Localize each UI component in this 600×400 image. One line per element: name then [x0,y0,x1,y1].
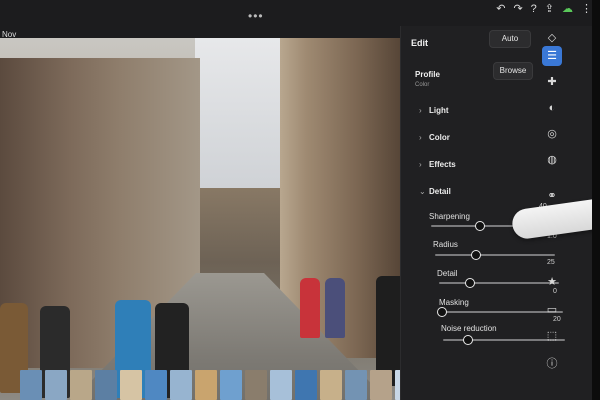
sharpening-slider-handle[interactable] [475,221,485,231]
redo-icon[interactable]: ↷ [513,2,522,15]
star-icon[interactable]: ★ [542,272,562,292]
info-icon[interactable]: ⓘ [542,354,562,374]
cloud-sync-icon[interactable]: ☁ [562,2,573,15]
detail-slider-handle[interactable] [465,278,475,288]
filmstrip-thumbnail[interactable] [370,370,392,400]
filmstrip-thumbnail[interactable] [70,370,92,400]
filmstrip-thumbnail[interactable] [295,370,317,400]
radius-slider-handle[interactable] [470,250,481,260]
tag-icon[interactable]: ⬚ [542,326,562,346]
photo-canvas[interactable] [0,38,410,400]
noise-reduction-slider-handle[interactable] [463,335,474,345]
detail-label: Detail [437,269,458,278]
comment-icon[interactable]: ▭ [542,300,562,320]
more-icon[interactable]: ⋮ [581,2,592,15]
more-dots-icon[interactable]: ••• [248,9,264,23]
section-effects-label: Effects [429,160,456,169]
section-light[interactable]: › Light [419,106,449,115]
masking-slider-handle[interactable] [437,307,447,317]
mask-icon[interactable]: ◐ [542,98,562,118]
photo-sky [195,38,290,188]
section-detail-label: Detail [429,187,451,196]
photo-person [325,278,345,338]
section-detail[interactable]: ⌄ Detail [419,187,451,196]
radius-label: Radius [433,240,458,249]
healing-icon[interactable]: ✚ [542,72,562,92]
tablet-bezel [592,0,600,400]
filmstrip-thumbnail[interactable] [245,370,267,400]
photo-person [300,278,320,338]
filmstrip-thumbnail[interactable] [20,370,42,400]
section-effects[interactable]: › Effects [419,160,456,169]
top-toolbar: ↶ ↷ ? ⇪ ☁ ⋮ [496,2,592,16]
geometry-icon[interactable]: ◎ [542,124,562,144]
profile-label: Profile [415,70,440,79]
profile-value: Color [415,82,430,88]
auto-button[interactable]: Auto [489,30,531,48]
section-light-label: Light [429,106,449,115]
filmstrip-thumbnail[interactable] [170,370,192,400]
undo-icon[interactable]: ↶ [496,2,505,15]
filmstrip-thumbnail[interactable] [220,370,242,400]
radius-slider[interactable] [435,254,555,256]
filmstrip-thumbnail[interactable] [320,370,342,400]
optics-icon[interactable]: ◍ [542,150,562,170]
masking-label: Masking [439,298,469,307]
sharpening-label: Sharpening [429,212,470,221]
filmstrip-thumbnail[interactable] [345,370,367,400]
section-color[interactable]: › Color [419,133,450,142]
chevron-right-icon: › [419,106,422,115]
filmstrip-thumbnail[interactable] [195,370,217,400]
filmstrip-thumbnail[interactable] [120,370,142,400]
chevron-down-icon: ⌄ [419,187,426,196]
chevron-right-icon: › [419,133,422,142]
browse-button[interactable]: Browse [493,62,533,80]
filmstrip-thumbnail[interactable] [95,370,117,400]
eraser-icon[interactable]: ◇ [542,28,562,48]
chevron-right-icon: › [419,160,422,169]
filmstrip-thumbnail[interactable] [45,370,67,400]
filmstrip-thumbnail[interactable] [270,370,292,400]
sliders-icon[interactable]: ☰ [542,46,562,66]
filmstrip [0,352,460,400]
edit-panel-title: Edit [411,38,428,48]
filmstrip-thumbnail[interactable] [145,370,167,400]
share-icon[interactable]: ⇪ [545,2,554,15]
section-color-label: Color [429,133,450,142]
tablet-screen: Nov ••• ↶ ↷ ? ⇪ ☁ ⋮ Edit Auto Profile Co… [0,0,600,400]
noise-reduction-label: Noise reduction [441,324,497,333]
help-icon[interactable]: ? [531,3,537,15]
